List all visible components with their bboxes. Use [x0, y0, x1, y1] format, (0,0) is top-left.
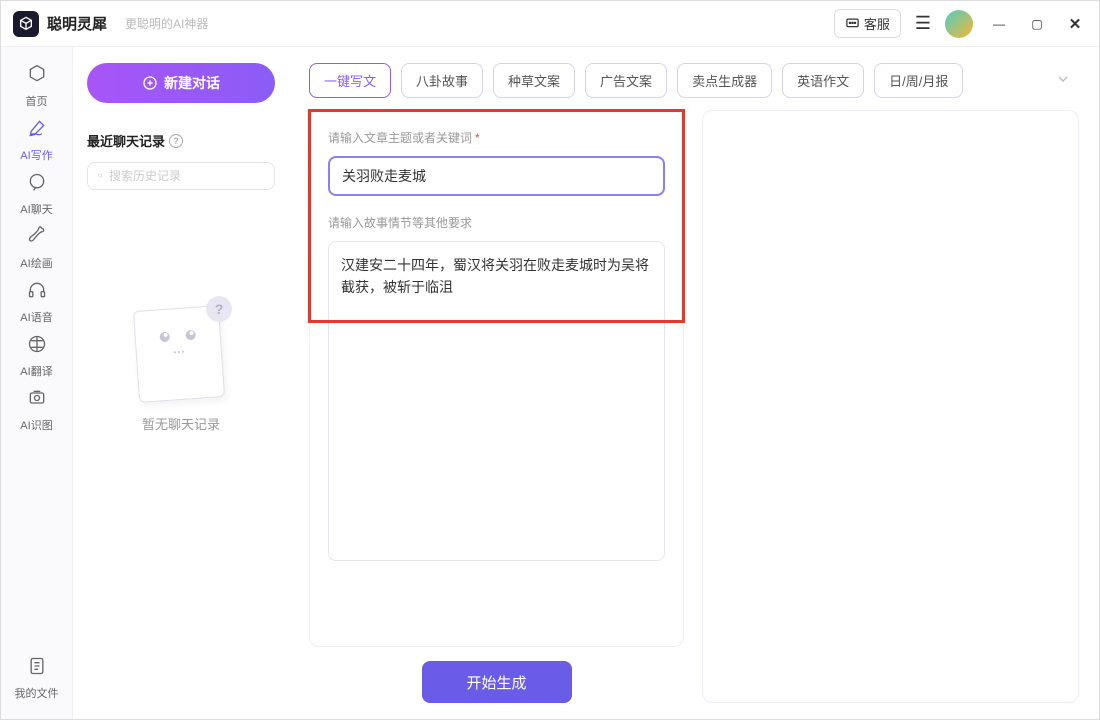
nav-label: AI绘画 — [20, 255, 52, 271]
nav-chat[interactable]: AI聊天 — [9, 169, 65, 219]
maximize-button[interactable]: ▢ — [1025, 12, 1049, 36]
recent-header: 最近聊天记录 ? — [87, 131, 275, 150]
nav-label: AI语音 — [20, 309, 52, 325]
support-label: 客服 — [864, 14, 890, 33]
form-panel: 请输入文章主题或者关键词 * 请输入故事情节等其他要求 开始生成 — [309, 110, 684, 703]
logo-text: 聪明灵犀 — [47, 13, 107, 34]
empty-illustration: ? — [126, 300, 236, 400]
nav-label: 首页 — [26, 93, 48, 109]
minimize-button[interactable]: — — [987, 12, 1011, 36]
avatar[interactable] — [945, 10, 973, 38]
nav-label: AI翻译 — [20, 363, 52, 379]
expand-tabs-button[interactable] — [1047, 67, 1079, 94]
search-icon — [98, 169, 103, 183]
template-tabs: 一键写文 八卦故事 种草文案 广告文案 卖点生成器 英语作文 日/周/月报 — [309, 63, 1079, 98]
logo: 聪明灵犀 更聪明的AI神器 — [13, 11, 208, 37]
tagline: 更聪明的AI神器 — [125, 15, 208, 32]
new-chat-button[interactable]: 新建对话 — [87, 63, 275, 103]
tab-report[interactable]: 日/周/月报 — [874, 63, 963, 98]
sidebar: 新建对话 最近聊天记录 ? ? 暂无聊天记录 — [73, 47, 289, 719]
output-panel — [702, 110, 1079, 703]
nav-image[interactable]: AI识图 — [9, 385, 65, 435]
generate-button[interactable]: 开始生成 — [422, 661, 572, 703]
file-icon — [27, 656, 47, 682]
tab-seed-copy[interactable]: 种草文案 — [493, 63, 575, 98]
left-nav: 首页 AI写作 AI聊天 AI绘画 AI语音 AI翻译 AI识图 我 — [1, 47, 73, 719]
chat-bubble-icon — [845, 16, 860, 31]
empty-state: ? 暂无聊天记录 — [87, 300, 275, 433]
empty-text: 暂无聊天记录 — [142, 414, 220, 433]
nav-label: AI聊天 — [20, 201, 52, 217]
content-area: 一键写文 八卦故事 种草文案 广告文案 卖点生成器 英语作文 日/周/月报 请输… — [289, 47, 1099, 719]
logo-icon — [13, 11, 39, 37]
help-icon[interactable]: ? — [169, 134, 183, 148]
brush-icon — [27, 226, 47, 252]
tab-selling-point[interactable]: 卖点生成器 — [677, 63, 772, 98]
tab-ad-copy[interactable]: 广告文案 — [585, 63, 667, 98]
nav-label: AI识图 — [20, 417, 52, 433]
tab-gossip-story[interactable]: 八卦故事 — [401, 63, 483, 98]
details-label: 请输入故事情节等其他要求 — [328, 214, 665, 231]
tab-english-essay[interactable]: 英语作文 — [782, 63, 864, 98]
tab-onekey-write[interactable]: 一键写文 — [309, 63, 391, 98]
chevron-down-icon — [1055, 71, 1071, 87]
search-box[interactable] — [87, 162, 275, 190]
translate-icon — [27, 334, 47, 360]
nav-voice[interactable]: AI语音 — [9, 277, 65, 327]
close-button[interactable]: ✕ — [1063, 12, 1087, 36]
topic-label: 请输入文章主题或者关键词 * — [328, 129, 665, 146]
nav-label: AI写作 — [20, 147, 52, 163]
plus-circle-icon — [142, 75, 158, 91]
home-icon — [27, 64, 47, 90]
menu-icon[interactable]: ☰ — [915, 13, 931, 34]
nav-myfiles[interactable]: 我的文件 — [9, 653, 65, 703]
headphone-icon — [27, 280, 47, 306]
nav-home[interactable]: 首页 — [9, 61, 65, 111]
pen-icon — [27, 118, 47, 144]
nav-label: 我的文件 — [15, 685, 59, 701]
support-button[interactable]: 客服 — [834, 9, 901, 38]
topic-input[interactable] — [328, 156, 665, 196]
nav-write[interactable]: AI写作 — [9, 115, 65, 165]
nav-draw[interactable]: AI绘画 — [9, 223, 65, 273]
search-input[interactable] — [109, 169, 264, 183]
titlebar: 聪明灵犀 更聪明的AI神器 客服 ☰ — ▢ ✕ — [1, 1, 1099, 47]
details-textarea[interactable] — [328, 241, 665, 561]
required-star-icon: * — [475, 131, 480, 145]
image-icon — [27, 388, 47, 414]
nav-translate[interactable]: AI翻译 — [9, 331, 65, 381]
chat-icon — [27, 172, 47, 198]
question-badge-icon: ? — [206, 296, 232, 322]
new-chat-label: 新建对话 — [164, 73, 220, 93]
